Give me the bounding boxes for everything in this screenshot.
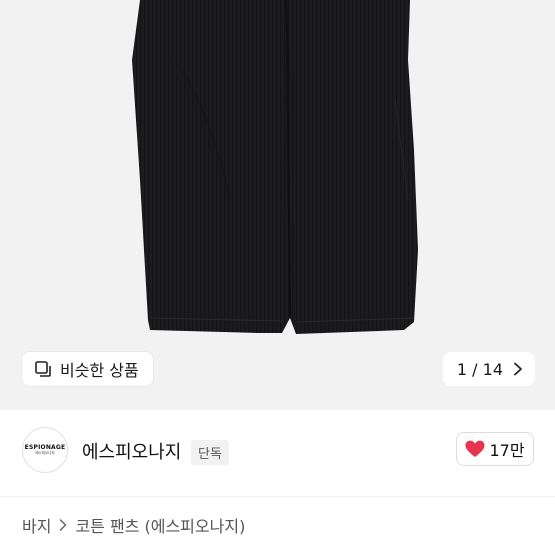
heart-icon — [465, 440, 485, 457]
similar-products-icon — [35, 361, 51, 377]
like-count: 17만 — [489, 441, 525, 460]
product-image-gallery[interactable]: 비슷한 상품 1 / 14 — [0, 0, 555, 410]
similar-products-button[interactable]: 비슷한 상품 — [22, 352, 153, 386]
image-counter-button[interactable]: 1 / 14 — [442, 352, 535, 386]
shop-avatar[interactable]: ESPIONAGE 에스피오나지 — [22, 427, 68, 473]
chevron-right-icon — [514, 362, 522, 376]
similar-products-label: 비슷한 상품 — [60, 361, 139, 380]
breadcrumb: 바지 코튼 팬츠 (에스피오나지) — [22, 513, 245, 537]
chevron-right-icon — [59, 519, 67, 531]
breadcrumb-item-cotton-pants[interactable]: 코튼 팬츠 (에스피오나지) — [75, 513, 245, 537]
shop-name-link[interactable]: 에스피오나지 — [82, 438, 181, 464]
exclusive-badge: 단독 — [191, 440, 229, 465]
shop-logo-subtext: 에스피오나지 — [35, 451, 55, 455]
product-image-pants — [132, 0, 418, 334]
like-button[interactable]: 17만 — [456, 432, 534, 466]
shop-logo-text: ESPIONAGE — [24, 444, 66, 451]
image-counter-text: 1 / 14 — [456, 359, 503, 379]
breadcrumb-item-pants[interactable]: 바지 — [22, 513, 51, 537]
